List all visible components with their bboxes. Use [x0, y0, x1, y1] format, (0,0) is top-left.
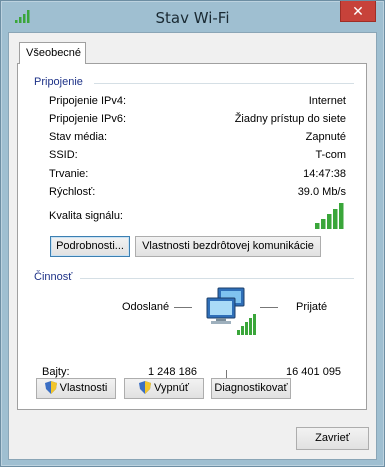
ssid-value: T-com	[315, 149, 346, 161]
general-tab-panel: Pripojenie Pripojenie IPv4: Internet Pri…	[17, 63, 367, 410]
duration-label: Trvanie:	[49, 168, 89, 180]
ipv4-label: Pripojenie IPv4:	[49, 95, 127, 107]
speed-value: 39.0 Mb/s	[297, 186, 346, 198]
dialog-client-area: Všeobecné Pripojenie Pripojenie IPv4: In…	[8, 32, 377, 460]
sent-label: Odoslané	[122, 301, 170, 313]
ipv4-value: Internet	[308, 95, 346, 107]
window-close-button[interactable]: ✕	[340, 1, 376, 22]
connection-group-header: Pripojenie	[34, 76, 83, 88]
received-line	[260, 307, 278, 308]
media-state-label: Stav média:	[49, 131, 108, 143]
details-button[interactable]: Podrobnosti...	[50, 236, 130, 257]
ssid-label: SSID:	[49, 149, 78, 161]
wifi-status-dialog: Stav Wi-Fi ✕ Všeobecné Pripojenie Pripoj…	[0, 0, 385, 467]
wireless-properties-button[interactable]: Vlastnosti bezdrôtovej komunikácie	[135, 236, 321, 257]
uac-shield-icon	[44, 381, 57, 394]
close-button[interactable]: Zavrieť	[296, 427, 369, 450]
signal-quality-label: Kvalita signálu:	[49, 210, 123, 222]
ipv6-value: Žiadny prístup do siete	[234, 113, 346, 125]
speed-label: Rýchlosť:	[49, 186, 96, 198]
properties-button-label: Vlastnosti	[59, 382, 108, 394]
close-icon: ✕	[352, 3, 364, 19]
media-state-value: Zapnuté	[305, 131, 346, 143]
network-computers-icon	[206, 287, 256, 335]
tab-general[interactable]: Všeobecné	[19, 42, 86, 64]
title-bar[interactable]: Stav Wi-Fi ✕	[1, 1, 384, 33]
diagnose-button[interactable]: Diagnostikovať	[211, 378, 291, 399]
ipv6-label: Pripojenie IPv6:	[49, 113, 127, 125]
signal-strength-icon	[315, 203, 344, 229]
received-label: Prijaté	[296, 301, 328, 313]
disable-button-label: Vypnúť	[154, 382, 189, 394]
bytes-sent-value: 1 248 186	[148, 366, 197, 378]
duration-value: 14:47:38	[303, 168, 346, 180]
bytes-received-value: 16 401 095	[286, 366, 342, 378]
uac-shield-icon	[139, 381, 152, 394]
disable-button[interactable]: Vypnúť	[124, 378, 204, 399]
activity-divider	[80, 278, 354, 279]
bytes-label: Bajty:	[42, 366, 70, 378]
properties-button[interactable]: Vlastnosti	[36, 378, 116, 399]
connection-divider	[94, 83, 354, 84]
activity-group-header: Činnosť	[34, 271, 73, 283]
window-title: Stav Wi-Fi	[155, 9, 230, 27]
sent-line	[174, 307, 192, 308]
